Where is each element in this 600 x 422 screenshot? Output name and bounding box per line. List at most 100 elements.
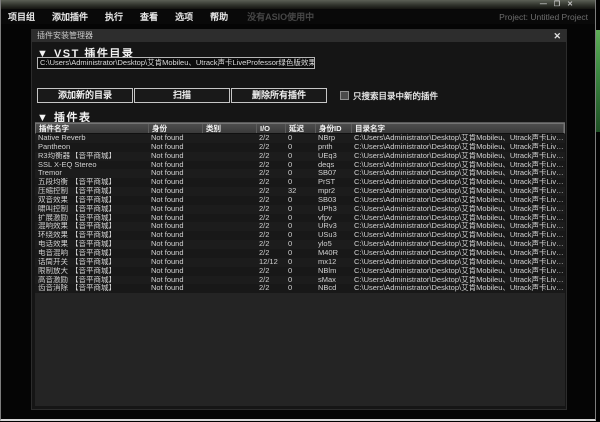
table-row[interactable]: 混响效果【音平商城】 Not found 2/2 0 URv3 C:\Users… (35, 222, 565, 231)
cell-id: PrST (315, 178, 351, 187)
cell-status: Not found (148, 134, 202, 143)
remove-all-plugins-button[interactable]: 删除所有插件 (231, 88, 327, 103)
menu-options[interactable]: 选项 (175, 10, 193, 23)
cell-status: Not found (148, 222, 202, 231)
table-row[interactable]: SSL X-EQ Stereo Not found 2/2 0 deqs C:\… (35, 161, 565, 170)
cell-latency: 0 (285, 143, 315, 152)
table-row[interactable]: Native Reverb Not found 2/2 0 NBrp C:\Us… (35, 134, 565, 143)
cell-category (202, 169, 256, 178)
cell-status: Not found (148, 267, 202, 276)
table-row[interactable]: 扩展激励【音平商城】 Not found 2/2 0 vfpv C:\Users… (35, 214, 565, 223)
cell-category (202, 187, 256, 196)
cell-plugin-name: 扩展激励【音平商城】 (35, 214, 148, 223)
table-row[interactable]: 话筒开关【音平商城】 Not found 12/12 0 mx12 C:\Use… (35, 258, 565, 267)
minimize-icon[interactable]: — (540, 1, 547, 8)
cell-latency: 0 (285, 258, 315, 267)
dialog-titlebar[interactable]: 插件安装管理器 ✕ (32, 30, 566, 42)
cell-category (202, 258, 256, 267)
table-row[interactable]: 电话效果【音平商城】 Not found 2/2 0 ylo5 C:\Users… (35, 240, 565, 249)
vst-path-field[interactable]: C:\Users\Administrator\Desktop\艾肯Mobileu… (37, 57, 315, 69)
cell-latency: 0 (285, 134, 315, 143)
close-icon[interactable]: ✕ (567, 1, 573, 8)
menu-add-plugin[interactable]: 添加插件 (52, 10, 88, 23)
table-row[interactable]: 限制放大【音平商城】 Not found 2/2 0 NBlm C:\Users… (35, 267, 565, 276)
cell-id: NBrp (315, 134, 351, 143)
cell-directory: C:\Users\Administrator\Desktop\艾肯Mobileu… (351, 276, 565, 285)
col-category[interactable]: 类别 (203, 124, 257, 133)
cell-latency: 0 (285, 222, 315, 231)
cell-id: vfpv (315, 214, 351, 223)
cell-directory: C:\Users\Administrator\Desktop\艾肯Mobileu… (351, 187, 565, 196)
cell-id: mpr2 (315, 187, 351, 196)
dialog-title: 插件安装管理器 (37, 31, 93, 40)
cell-io: 2/2 (256, 214, 285, 223)
cell-plugin-name: 啸叫控制【音平商城】 (35, 205, 148, 214)
cell-status: Not found (148, 240, 202, 249)
cell-category (202, 143, 256, 152)
col-directory[interactable]: 目录名字 (352, 124, 564, 133)
cell-plugin-name: 话筒开关【音平商城】 (35, 258, 148, 267)
cell-status: Not found (148, 196, 202, 205)
cell-status: Not found (148, 169, 202, 178)
cell-plugin-name: Pantheon (35, 143, 148, 152)
col-id[interactable]: 身份ID (316, 124, 352, 133)
table-row[interactable]: 五段均衡【音平商城】 Not found 2/2 0 PrST C:\Users… (35, 178, 565, 187)
workspace: 插件安装管理器 ✕ ▼ VST 插件目录 C:\Users\Administra… (1, 24, 595, 419)
menu-help[interactable]: 帮助 (210, 10, 228, 23)
table-row[interactable]: 电音混响【音平商城】 Not found 2/2 0 M40R C:\Users… (35, 249, 565, 258)
cell-category (202, 214, 256, 223)
menu-execute[interactable]: 执行 (105, 10, 123, 23)
cell-status: Not found (148, 214, 202, 223)
cell-status: Not found (148, 249, 202, 258)
cell-id: ylo5 (315, 240, 351, 249)
maximize-icon[interactable]: ❐ (554, 1, 560, 8)
table-row[interactable]: 环绕效果【音平商城】 Not found 2/2 0 USu3 C:\Users… (35, 231, 565, 240)
cell-plugin-name: Native Reverb (35, 134, 148, 143)
cell-io: 2/2 (256, 152, 285, 161)
add-directory-button[interactable]: 添加新的目录 (37, 88, 133, 103)
window-titlebar[interactable]: — ❐ ✕ (1, 0, 595, 9)
cell-latency: 0 (285, 276, 315, 285)
cell-io: 2/2 (256, 196, 285, 205)
scan-button[interactable]: 扫描 (134, 88, 230, 103)
dialog-close-icon[interactable]: ✕ (553, 30, 561, 42)
cell-id: SB03 (315, 196, 351, 205)
cell-io: 2/2 (256, 187, 285, 196)
table-row[interactable]: 压缩控制【音平商城】 Not found 2/2 32 mpr2 C:\User… (35, 187, 565, 196)
cell-status: Not found (148, 276, 202, 285)
table-row[interactable]: 高音激励【音平商城】 Not found 2/2 0 sMax C:\Users… (35, 276, 565, 285)
checkbox-icon[interactable] (340, 91, 349, 100)
col-plugin-name[interactable]: 插件名字 (36, 124, 149, 133)
table-row[interactable]: 啸叫控制【音平商城】 Not found 2/2 0 UPh3 C:\Users… (35, 205, 565, 214)
cell-io: 2/2 (256, 134, 285, 143)
table-row[interactable]: 双音效果【音平商城】 Not found 2/2 0 SB03 C:\Users… (35, 196, 565, 205)
col-latency[interactable]: 延迟 (286, 124, 316, 133)
table-row[interactable]: 齿音消除【音平商城】 Not found 2/2 0 NBcd C:\Users… (35, 284, 565, 293)
table-row[interactable]: R3均衡器【音平商城】 Not found 2/2 0 UEq3 C:\User… (35, 152, 565, 161)
cell-category (202, 161, 256, 170)
cell-plugin-name: R3均衡器【音平商城】 (35, 152, 148, 161)
col-status[interactable]: 身份 (149, 124, 203, 133)
cell-io: 2/2 (256, 240, 285, 249)
cell-id: M40R (315, 249, 351, 258)
table-row[interactable]: Tremor Not found 2/2 0 SB07 C:\Users\Adm… (35, 169, 565, 178)
new-plugins-only-checkbox[interactable]: 只搜索目录中新的插件 (340, 90, 438, 102)
cell-id: NBcd (315, 284, 351, 293)
menu-project-group[interactable]: 项目组 (8, 10, 35, 23)
cell-category (202, 231, 256, 240)
table-header-row: 插件名字 身份 类别 I/O 延迟 身份ID 目录名字 (35, 123, 565, 134)
cell-status: Not found (148, 178, 202, 187)
col-io[interactable]: I/O (257, 124, 286, 133)
app-window: — ❐ ✕ 项目组 添加插件 执行 查看 选项 帮助 没有ASIO使用中 Pro… (0, 0, 596, 421)
cell-category (202, 222, 256, 231)
cell-io: 2/2 (256, 143, 285, 152)
cell-io: 2/2 (256, 231, 285, 240)
menu-view[interactable]: 查看 (140, 10, 158, 23)
cell-latency: 0 (285, 284, 315, 293)
cell-id: SB07 (315, 169, 351, 178)
cell-category (202, 249, 256, 258)
cell-plugin-name: 混响效果【音平商城】 (35, 222, 148, 231)
cell-latency: 0 (285, 240, 315, 249)
table-row[interactable]: Pantheon Not found 2/2 0 pnth C:\Users\A… (35, 143, 565, 152)
cell-status: Not found (148, 231, 202, 240)
